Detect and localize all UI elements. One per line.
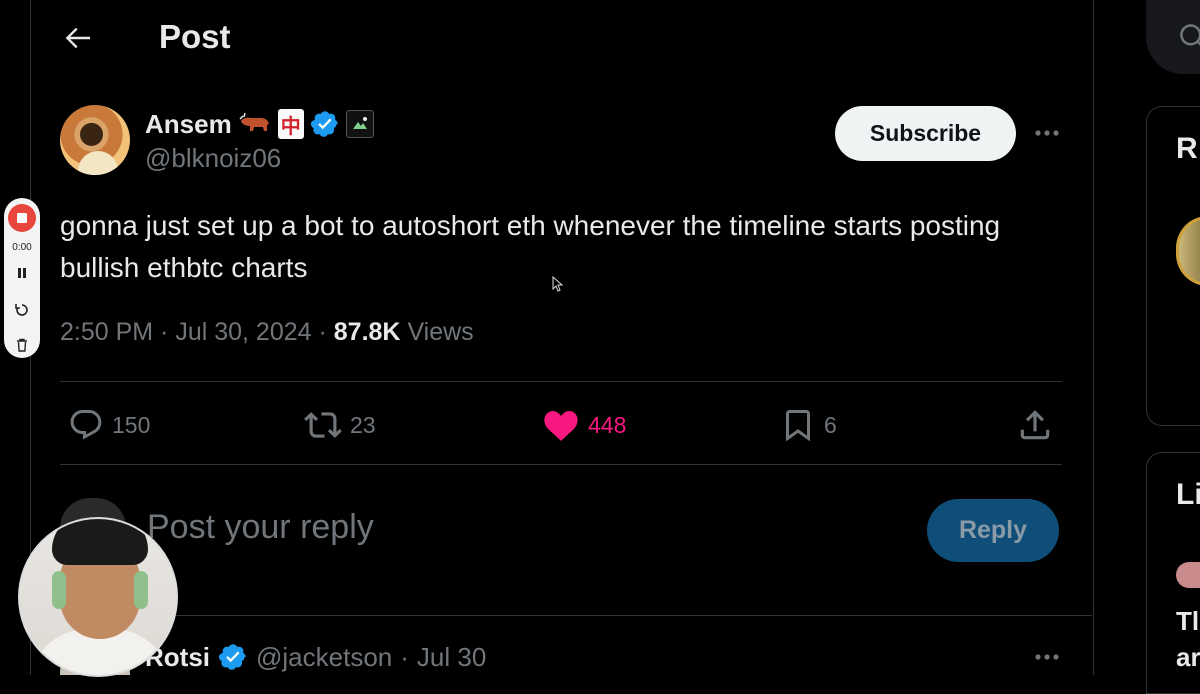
divider bbox=[30, 615, 1092, 616]
like-count: 448 bbox=[588, 412, 627, 438]
verified-badge-icon[interactable] bbox=[310, 109, 340, 139]
reply-button[interactable]: Reply bbox=[927, 499, 1059, 562]
more-options-icon[interactable] bbox=[1032, 642, 1062, 672]
author-name[interactable]: Ansem bbox=[145, 109, 232, 140]
reply-count: 150 bbox=[112, 412, 151, 438]
trash-icon[interactable] bbox=[15, 338, 29, 352]
restart-icon[interactable] bbox=[14, 302, 30, 318]
sidebar-card-title: Li bbox=[1176, 478, 1200, 511]
repost-count: 23 bbox=[350, 412, 376, 438]
sidebar-text[interactable]: ar bbox=[1176, 642, 1200, 673]
mahjong-tile-icon: 中 bbox=[277, 109, 304, 139]
verified-badge-icon[interactable] bbox=[218, 642, 248, 672]
stop-record-icon[interactable] bbox=[8, 204, 36, 232]
heart-filled-icon[interactable] bbox=[542, 406, 580, 444]
like-action[interactable]: 448 bbox=[542, 404, 626, 446]
divider bbox=[60, 381, 1062, 382]
sidebar-avatar[interactable] bbox=[1176, 562, 1200, 588]
sidebar-text[interactable]: Tl bbox=[1176, 606, 1199, 637]
pause-icon[interactable] bbox=[15, 266, 29, 280]
divider bbox=[60, 464, 1062, 465]
reply-input[interactable]: Post your reply bbox=[147, 508, 374, 547]
post-meta: 2:50 PM · Jul 30, 2024 · 87.8K Views bbox=[60, 318, 474, 346]
sidebar-card-title: R bbox=[1176, 132, 1198, 165]
record-timer: 0:00 bbox=[12, 242, 32, 253]
reply-action[interactable]: 150 bbox=[68, 404, 150, 446]
views-label: Views bbox=[407, 318, 474, 346]
arrow-left-icon[interactable] bbox=[60, 20, 96, 56]
share-action[interactable] bbox=[1016, 404, 1054, 446]
repost-action[interactable]: 23 bbox=[304, 404, 376, 446]
search-box[interactable] bbox=[1146, 0, 1200, 74]
reply-author-handle[interactable]: @jacketson bbox=[256, 642, 392, 673]
post-date[interactable]: Jul 30, 2024 bbox=[175, 318, 311, 346]
cursor-icon bbox=[552, 276, 564, 292]
page-title: Post bbox=[159, 18, 231, 55]
ox-emoji-icon bbox=[238, 112, 272, 136]
repost-icon[interactable] bbox=[304, 406, 342, 444]
reply-date[interactable]: Jul 30 bbox=[417, 642, 486, 673]
share-icon[interactable] bbox=[1016, 406, 1054, 444]
recording-toolbar: 0:00 bbox=[4, 198, 40, 358]
views-count: 87.8K bbox=[333, 318, 401, 346]
webcam-overlay bbox=[18, 517, 178, 677]
author-handle[interactable]: @blknoiz06 bbox=[145, 143, 281, 174]
search-icon[interactable] bbox=[1178, 22, 1200, 52]
reply-header: Rotsi @jacketson · Jul 30 bbox=[145, 641, 487, 673]
reply-icon[interactable] bbox=[68, 407, 104, 443]
more-options-icon[interactable] bbox=[1032, 118, 1062, 148]
affiliate-badge-icon[interactable] bbox=[345, 110, 374, 138]
author-name-row[interactable]: Ansem 中 bbox=[145, 107, 374, 141]
bookmark-action[interactable]: 6 bbox=[780, 404, 837, 446]
post-time[interactable]: 2:50 PM bbox=[60, 318, 153, 346]
bookmark-icon[interactable] bbox=[780, 407, 816, 443]
author-avatar[interactable] bbox=[60, 105, 130, 175]
subscribe-button[interactable]: Subscribe bbox=[835, 106, 1016, 161]
bookmark-count: 6 bbox=[824, 412, 837, 438]
